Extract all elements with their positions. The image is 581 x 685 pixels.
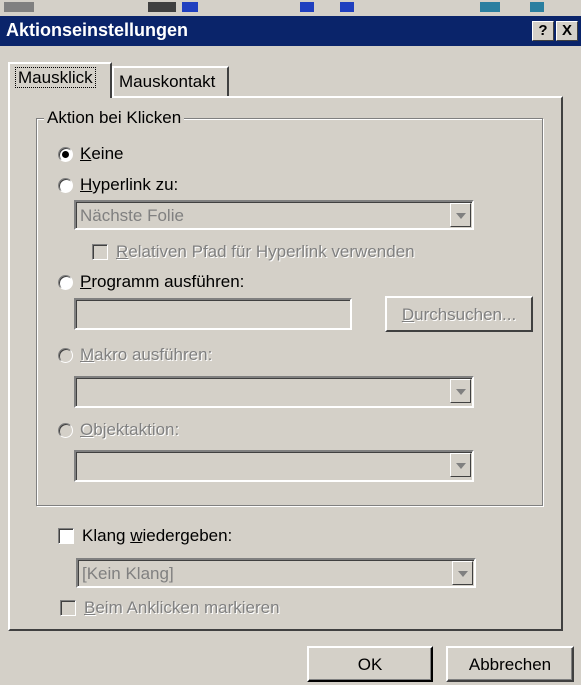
dialog-title-bar[interactable]: Aktionseinstellungen ? X [0,16,581,46]
program-path-input[interactable] [74,298,352,330]
radio-program[interactable]: Programm ausführen: [58,272,244,292]
chevron-down-icon [456,389,466,395]
radio-object-action[interactable]: Objektaktion: [58,420,179,440]
radio-label: Makro ausführen: [80,345,213,364]
dialog-title: Aktionseinstellungen [6,20,189,40]
dropdown-button[interactable] [450,203,471,227]
hyperlink-dropdown[interactable]: Nächste Folie [74,200,474,230]
browse-button-label: Durchsuchen... [401,305,517,324]
group-label: Aktion bei Klicken [44,108,185,128]
radio-button[interactable] [58,347,73,363]
chevron-down-icon [458,571,468,577]
highlight-checkbox[interactable]: Beim Anklicken markieren [60,598,280,618]
background-toolbar-strip [0,0,581,16]
hyperlink-dropdown-value: Nächste Folie [80,206,184,225]
tab-mauskontakt[interactable]: Mauskontakt [112,66,229,96]
radio-none[interactable]: Keine [58,144,123,164]
tab-mausklick[interactable]: Mausklick [8,62,112,98]
help-button[interactable]: ? [532,21,554,41]
checkbox-label: Klang wiedergeben: [82,526,233,545]
radio-button[interactable] [58,146,73,162]
radio-button[interactable] [58,274,73,290]
toolbar-fragment [182,2,198,12]
tab-label: Mauskontakt [119,72,216,91]
radio-selected-dot [62,150,69,158]
sound-dropdown[interactable]: [Kein Klang] [76,558,476,588]
toolbar-fragment [4,2,34,12]
dropdown-button[interactable] [450,453,471,477]
radio-label: Keine [80,144,124,163]
radio-label: Objektaktion: [80,420,180,439]
toolbar-fragment [530,2,544,12]
radio-button[interactable] [58,177,73,193]
toolbar-fragment [300,2,314,12]
radio-macro[interactable]: Makro ausführen: [58,345,212,365]
dropdown-button[interactable] [450,379,471,403]
tab-label: Mausklick [15,67,96,88]
close-icon: X [561,22,572,39]
checkbox[interactable] [60,600,76,616]
toolbar-fragment [148,2,176,12]
cancel-button[interactable]: Abbrechen [446,646,574,682]
macro-dropdown[interactable] [74,376,474,408]
radio-hyperlink[interactable]: Hyperlink zu: [58,175,178,195]
close-button[interactable]: X [556,21,578,41]
browse-button[interactable]: Durchsuchen... [385,296,533,332]
checkbox[interactable] [58,528,74,544]
ok-button-label: OK [357,655,383,674]
object-action-dropdown[interactable] [74,450,474,482]
ok-button[interactable]: OK [307,646,433,682]
radio-button[interactable] [58,422,73,438]
cancel-button-label: Abbrechen [468,655,552,674]
checkbox-label: Beim Anklicken markieren [84,598,280,617]
dropdown-button[interactable] [452,561,473,585]
sound-dropdown-value: [Kein Klang] [82,564,174,583]
chevron-down-icon [456,463,466,469]
checkbox-label: Relativen Pfad für Hyperlink verwenden [116,242,415,261]
relative-path-checkbox[interactable]: Relativen Pfad für Hyperlink verwenden [92,242,415,262]
toolbar-fragment [340,2,354,12]
toolbar-fragment [480,2,500,12]
radio-label: Programm ausführen: [80,272,245,291]
chevron-down-icon [456,213,466,219]
checkbox[interactable] [92,244,108,260]
help-icon: ? [538,22,548,39]
radio-label: Hyperlink zu: [80,175,179,194]
sound-checkbox[interactable]: Klang wiedergeben: [58,526,232,546]
